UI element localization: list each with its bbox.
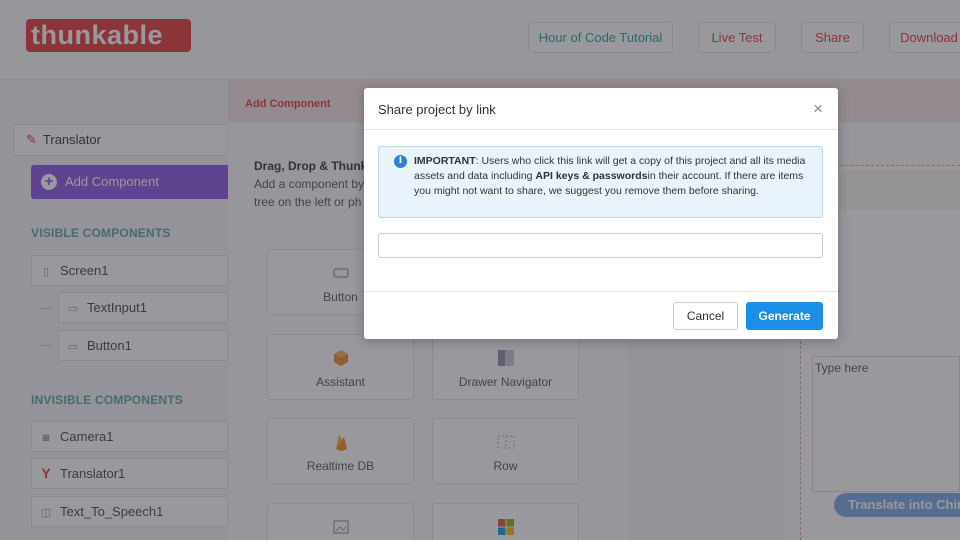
cancel-button[interactable]: Cancel: [673, 302, 738, 330]
alert-bold: API keys & passwords: [535, 170, 648, 182]
share-link-input[interactable]: [378, 233, 823, 258]
share-link-modal: Share project by link × i IMPORTANT: Use…: [364, 88, 838, 339]
alert-important: IMPORTANT: [414, 155, 476, 167]
close-icon[interactable]: ×: [813, 99, 823, 119]
modal-divider: [364, 129, 838, 130]
modal-title: Share project by link: [378, 102, 496, 117]
modal-footer-divider: [364, 291, 838, 292]
info-icon: i: [394, 155, 407, 168]
important-alert: i IMPORTANT: Users who click this link w…: [378, 146, 823, 218]
generate-button[interactable]: Generate: [746, 302, 823, 330]
